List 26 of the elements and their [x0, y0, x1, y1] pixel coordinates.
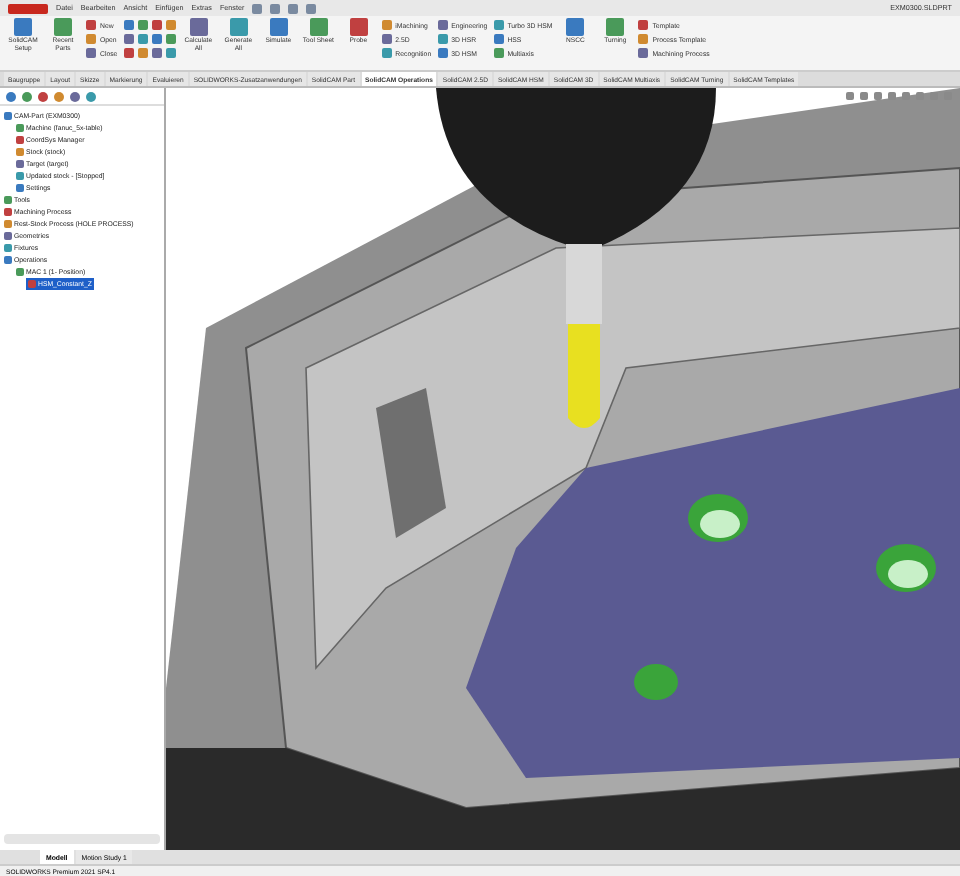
node-icon — [4, 256, 12, 264]
hole-drawing — [634, 664, 678, 700]
node-icon — [16, 184, 24, 192]
node-icon — [4, 232, 12, 240]
tool-icon — [14, 18, 32, 36]
node-icon — [16, 136, 24, 144]
node-icon — [4, 244, 12, 252]
app-logo — [8, 3, 48, 13]
node-icon — [16, 268, 24, 276]
node-icon — [28, 280, 36, 288]
node-icon — [4, 208, 12, 216]
node-icon — [4, 220, 12, 228]
node-icon — [4, 196, 12, 204]
node-icon — [16, 124, 24, 132]
tool-icon — [189, 18, 208, 36]
node-icon — [16, 172, 24, 180]
tool-icon — [309, 18, 328, 36]
tool-icon — [229, 18, 248, 36]
tool-icon — [269, 18, 288, 36]
tool-icon — [566, 18, 585, 36]
scrollbar[interactable] — [4, 834, 160, 844]
hole-drawing — [688, 494, 748, 542]
node-icon — [4, 112, 12, 120]
node-icon — [16, 148, 24, 156]
hole-drawing — [876, 544, 936, 592]
node-icon — [16, 160, 24, 168]
